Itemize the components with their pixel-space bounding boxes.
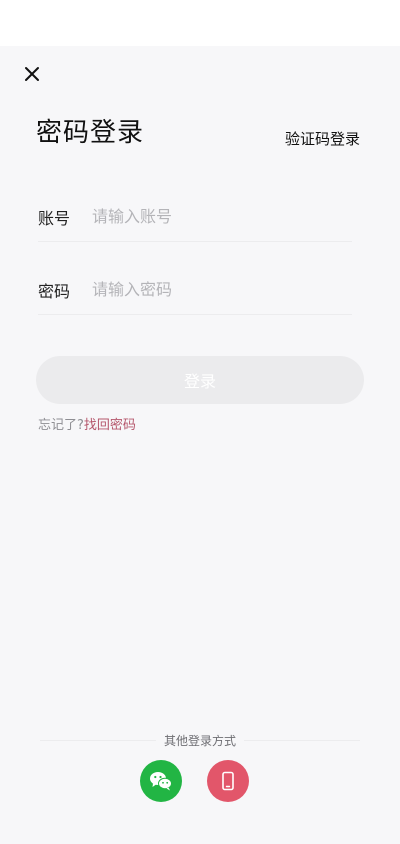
forgot-text: 忘记了? [38,418,84,433]
sms-code-login-link[interactable]: 验证码登录 [285,128,360,149]
login-button[interactable]: 登录 [36,356,364,404]
password-field-row: 密码 [38,265,352,315]
account-field-row: 账号 [38,192,352,242]
other-login-label-wrap: 其他登录方式 [0,732,400,749]
close-button[interactable] [20,62,44,86]
phone-icon [222,771,234,791]
close-icon [25,67,39,81]
account-input[interactable] [92,207,352,226]
wechat-icon [150,772,172,791]
status-bar-area [0,0,400,46]
other-login-label: 其他登录方式 [155,734,244,748]
password-input[interactable] [92,280,352,299]
forgot-password: 忘记了?找回密码 [38,414,136,433]
recover-password-link[interactable]: 找回密码 [84,418,136,433]
wechat-login-button[interactable] [140,760,182,802]
account-label: 账号 [38,208,71,228]
password-label: 密码 [38,281,71,301]
phone-login-button[interactable] [207,760,249,802]
page-title: 密码登录 [36,118,145,148]
